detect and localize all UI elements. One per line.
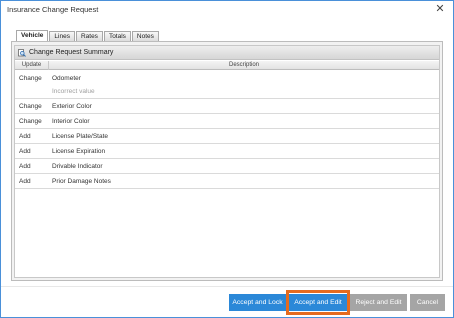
table-row[interactable]: Add Prior Damage Notes [15, 174, 439, 189]
magnifier-document-icon [18, 49, 26, 57]
column-header-description[interactable]: Description [49, 61, 439, 70]
table-row[interactable]: Add Drivable Indicator [15, 159, 439, 174]
table-row[interactable]: Change Interior Color [15, 114, 439, 129]
cancel-button[interactable]: Cancel [410, 294, 445, 311]
summary-header: Change Request Summary [15, 46, 439, 60]
description-cell: Prior Damage Notes [52, 178, 111, 185]
tab-panel: Change Request Summary Update Descriptio… [11, 41, 443, 281]
tab-notes[interactable]: Notes [131, 31, 159, 41]
description-cell: Exterior Color [52, 103, 92, 110]
description-cell: License Expiration [52, 148, 106, 155]
table-row[interactable]: Add License Plate/State [15, 129, 439, 144]
update-cell: Change [19, 75, 42, 82]
update-cell: Add [19, 163, 31, 170]
description-cell: Interior Color [52, 118, 90, 125]
close-icon[interactable]: ✕ [434, 3, 446, 15]
description-cell: Odometer [52, 75, 81, 82]
table-body: Change Odometer Incorrect value Change E… [15, 71, 439, 189]
description-cell: Drivable Indicator [52, 163, 103, 170]
tab-rates[interactable]: Rates [75, 31, 103, 41]
update-cell: Change [19, 118, 42, 125]
summary-title: Change Request Summary [29, 49, 114, 56]
accept-and-lock-button[interactable]: Accept and Lock [229, 294, 286, 311]
window-title: Insurance Change Request [7, 5, 99, 14]
tab-vehicle[interactable]: Vehicle [16, 30, 49, 41]
dialog-window: Insurance Change Request ✕ Vehicle Lines… [0, 0, 454, 318]
update-cell: Add [19, 178, 31, 185]
column-header-row: Update Description [15, 61, 439, 70]
focus-highlight [286, 290, 350, 315]
column-header-update[interactable]: Update [15, 61, 49, 70]
description-detail: Incorrect value [52, 88, 95, 95]
summary-grid: Change Request Summary Update Descriptio… [14, 45, 440, 278]
table-row[interactable]: Change Exterior Color [15, 99, 439, 114]
footer-divider [1, 286, 453, 287]
table-row[interactable]: Change Odometer Incorrect value [15, 71, 439, 99]
tab-lines[interactable]: Lines [49, 31, 75, 41]
description-cell: License Plate/State [52, 133, 109, 140]
update-cell: Add [19, 148, 31, 155]
update-cell: Add [19, 133, 31, 140]
reject-and-edit-button[interactable]: Reject and Edit [350, 294, 407, 311]
update-cell: Change [19, 103, 42, 110]
table-row[interactable]: Add License Expiration [15, 144, 439, 159]
tab-totals[interactable]: Totals [103, 31, 131, 41]
tab-strip: Vehicle Lines Rates Totals Notes [16, 30, 159, 41]
title-bar: Insurance Change Request ✕ [1, 1, 453, 19]
